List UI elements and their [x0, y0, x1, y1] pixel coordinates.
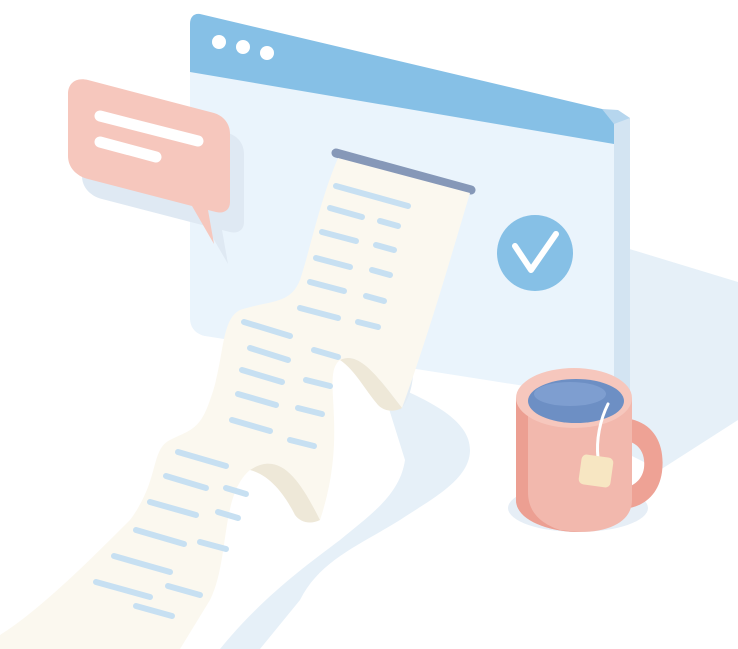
window-dot-2 — [236, 40, 250, 54]
window-dot-1 — [212, 35, 226, 49]
illustration-stage — [0, 0, 738, 649]
checkmark-icon — [497, 215, 573, 291]
window-dot-3 — [260, 46, 274, 60]
tea-bag-tag — [578, 454, 614, 488]
window-side — [614, 118, 630, 400]
receipt-illustration — [0, 13, 738, 649]
